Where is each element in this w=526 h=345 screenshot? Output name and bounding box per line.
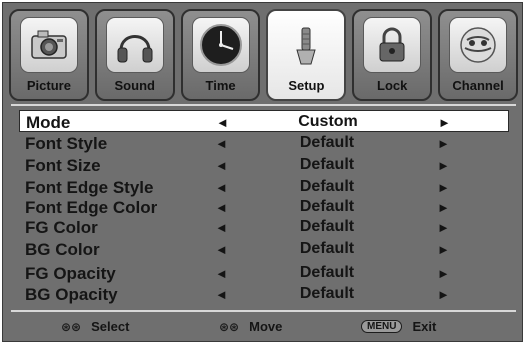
row-name: Font Edge Style (25, 178, 154, 197)
row-name: BG Color (25, 240, 100, 259)
row-name: Mode (26, 113, 71, 132)
right-arrow-icon[interactable]: ► (437, 136, 450, 151)
right-arrow-icon[interactable]: ► (437, 242, 450, 257)
tab-label: Setup (288, 78, 325, 93)
left-arrow-icon[interactable]: ◄ (215, 200, 228, 215)
tab-channel[interactable]: Channel (438, 9, 518, 101)
left-arrow-icon[interactable]: ◄ (215, 158, 228, 173)
left-arrow-icon[interactable]: ◄ (215, 220, 228, 235)
menu-row-fg-color[interactable]: FG Color ◄ Default ► (19, 216, 509, 238)
row-value: Default (299, 178, 355, 195)
menu-row-fg-opacity[interactable]: FG Opacity ◄ Default ► (19, 262, 509, 284)
menu-key-icon: MENU (361, 320, 403, 333)
menu-row-bg-color[interactable]: BG Color ◄ Default ► (19, 238, 509, 260)
right-arrow-icon[interactable]: ► (437, 287, 450, 302)
exit-hint-label: Exit (412, 319, 437, 334)
row-name: BG Opacity (25, 285, 118, 304)
headphones-icon (105, 17, 164, 73)
menu-row-font-size[interactable]: Font Size ◄ Default ► (19, 154, 509, 176)
row-value: Default (299, 198, 355, 215)
row-value: Default (299, 285, 355, 302)
left-right-keys-icon: ⊛⊛ (219, 319, 240, 334)
tab-label: Lock (377, 78, 408, 93)
select-hint: ⊛⊛ Select (61, 319, 129, 334)
menu-row-mode[interactable]: Mode ◄ Custom ► (19, 110, 509, 132)
row-name: Font Style (25, 134, 108, 153)
menu-row-bg-opacity[interactable]: BG Opacity ◄ Default ► (19, 283, 509, 305)
tab-picture[interactable]: Picture (9, 9, 89, 101)
tv-osd-screen: Picture Sound Time Setup Lock Channel Mo… (2, 2, 523, 342)
left-arrow-icon[interactable]: ◄ (215, 242, 228, 257)
left-arrow-icon[interactable]: ◄ (215, 287, 228, 302)
hint-bar: ⊛⊛ Select ⊛⊛ Move MENU Exit (11, 313, 516, 335)
left-arrow-icon[interactable]: ◄ (215, 266, 228, 281)
top-tab-bar: Picture Sound Time Setup Lock Channel (9, 9, 518, 101)
tab-label: Sound (114, 78, 155, 93)
tab-time[interactable]: Time (180, 9, 261, 101)
tab-lock[interactable]: Lock (352, 9, 433, 101)
row-value: Default (299, 156, 355, 173)
menu-row-font-style[interactable]: Font Style ◄ Default ► (19, 132, 509, 154)
tab-label: Picture (26, 78, 71, 93)
tab-label: Channel (452, 78, 504, 93)
camera-icon (19, 17, 78, 73)
row-name: Font Edge Color (25, 198, 158, 217)
right-arrow-icon[interactable]: ► (437, 220, 450, 235)
satellite-globe-icon (449, 17, 508, 73)
tab-label: Time (205, 78, 236, 93)
row-name: Font Size (25, 156, 101, 175)
right-arrow-icon[interactable]: ► (438, 115, 451, 130)
clock-icon (191, 17, 250, 73)
row-value: Default (299, 134, 355, 151)
right-arrow-icon[interactable]: ► (437, 200, 450, 215)
menu-row-font-edge-style[interactable]: Font Edge Style ◄ Default ► (19, 176, 509, 198)
tab-sound[interactable]: Sound (94, 9, 175, 101)
wrench-icon (277, 17, 335, 73)
row-value: Default (299, 240, 355, 257)
exit-hint: MENU Exit (361, 319, 436, 334)
left-arrow-icon[interactable]: ◄ (216, 115, 229, 130)
move-hint: ⊛⊛ Move (219, 319, 282, 334)
left-arrow-icon[interactable]: ◄ (215, 180, 228, 195)
tab-setup[interactable]: Setup (266, 9, 347, 101)
right-arrow-icon[interactable]: ► (437, 266, 450, 281)
right-arrow-icon[interactable]: ► (437, 180, 450, 195)
padlock-icon (363, 17, 422, 73)
left-arrow-icon[interactable]: ◄ (215, 136, 228, 151)
menu-row-font-edge-color[interactable]: Font Edge Color ◄ Default ► (19, 196, 509, 218)
right-arrow-icon[interactable]: ► (437, 158, 450, 173)
row-name: FG Opacity (25, 264, 116, 283)
row-value: Default (299, 264, 355, 281)
up-down-keys-icon: ⊛⊛ (61, 319, 82, 334)
row-value: Custom (298, 113, 358, 130)
move-hint-label: Move (249, 319, 283, 334)
setup-menu: Mode ◄ Custom ► Font Style ◄ Default ► F… (11, 104, 516, 312)
select-hint-label: Select (91, 319, 130, 334)
row-value: Default (299, 218, 355, 235)
row-name: FG Color (25, 218, 98, 237)
